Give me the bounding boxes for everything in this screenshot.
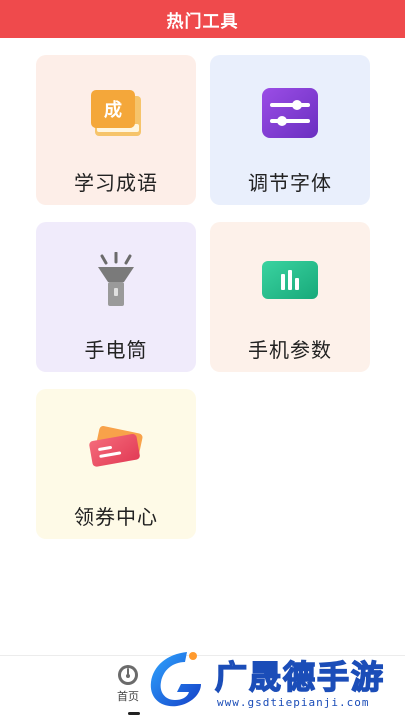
tool-card-idioms[interactable]: 成 学习成语 [36,55,196,205]
bar-chart-icon [260,250,320,310]
tool-label: 学习成语 [74,171,158,195]
watermark-logo-icon [150,652,201,707]
svg-text:成: 成 [104,99,122,121]
watermark-url: www.gsdtiepianji.com [217,696,370,709]
page-title: 热门工具 [166,11,239,32]
tool-label: 领券中心 [74,505,158,529]
tool-label: 手机参数 [248,338,332,362]
coupon-ticket-icon [86,417,146,477]
tool-card-coupons[interactable]: 领券中心 [36,389,196,539]
top-header: 热门工具 [0,0,405,38]
nav-home-tab[interactable]: 首页 [108,664,148,709]
tool-card-phone-specs[interactable]: 手机参数 [210,222,370,372]
watermark-text: 广晟德手游 [214,657,386,697]
tool-card-font-size[interactable]: 调节字体 [210,55,370,205]
dashboard-icon [118,665,138,685]
home-indicator [128,712,140,715]
idiom-book-icon: 成 [86,83,146,143]
tool-label: 手电筒 [84,338,148,362]
nav-home-label: 首页 [117,690,139,703]
site-watermark: 广晟德手游 www.gsdtiepianji.com [145,648,405,720]
tool-label: 调节字体 [248,171,332,195]
tool-card-flashlight[interactable]: 手电筒 [36,222,196,372]
sliders-icon [260,83,320,143]
flashlight-icon [86,250,146,310]
